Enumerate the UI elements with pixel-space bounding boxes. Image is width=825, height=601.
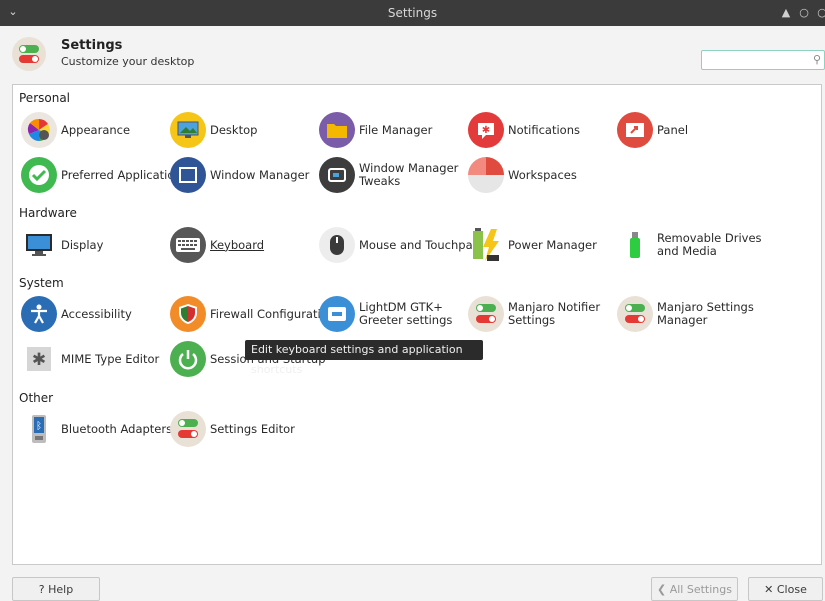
item-session-startup[interactable]: Session and Startup: [170, 339, 326, 379]
svg-text:✱: ✱: [482, 125, 490, 136]
notifications-icon: ✱: [468, 112, 504, 148]
close-button[interactable]: ✕ Close: [748, 577, 823, 601]
item-workspaces[interactable]: Workspaces: [468, 155, 577, 195]
minimize-circle-icon[interactable]: ○: [797, 6, 811, 20]
display-monitor-icon: [21, 227, 57, 263]
item-label: Manjaro Settings Manager: [657, 300, 754, 327]
search-icon: ⚲: [812, 53, 821, 66]
header: Settings Customize your desktop ⚲: [0, 26, 825, 80]
item-firewall[interactable]: Firewall Configuration: [170, 294, 335, 334]
item-manjaro-settings[interactable]: Manjaro Settings Manager: [617, 294, 754, 334]
desktop-icon: [170, 112, 206, 148]
item-label: Session and Startup: [210, 351, 326, 366]
power-battery-icon: [468, 227, 504, 263]
item-label: Panel: [657, 122, 689, 137]
item-label: Bluetooth Adapters: [61, 421, 173, 436]
item-label: Firewall Configuration: [210, 306, 336, 321]
svg-text:✱: ✱: [32, 350, 46, 370]
search-box[interactable]: ⚲: [701, 50, 825, 70]
item-label: Notifications: [508, 122, 580, 137]
item-manjaro-notifier[interactable]: Manjaro Notifier Settings: [468, 294, 600, 334]
section-hardware: Hardware: [19, 206, 77, 220]
item-label: File Manager: [359, 122, 433, 137]
lightdm-icon: [319, 296, 355, 332]
item-panel[interactable]: Panel: [617, 110, 688, 150]
item-label: LightDM GTK+ Greeter settings: [359, 300, 453, 327]
settings-toggle-icon: [12, 37, 46, 71]
item-label: Appearance: [61, 122, 131, 137]
settings-panel: Personal Appearance Desktop File Manager: [12, 84, 822, 565]
mime-gear-icon: ✱: [21, 341, 57, 377]
item-label: Power Manager: [508, 237, 597, 252]
preferred-apps-check-icon: [21, 157, 57, 193]
settings-editor-toggle-icon: [170, 411, 206, 447]
item-label: Accessibility: [61, 306, 132, 321]
maximize-icon[interactable]: ▲: [779, 6, 793, 20]
usb-drive-icon: [617, 227, 653, 263]
item-file-manager[interactable]: File Manager: [319, 110, 432, 150]
item-label: Window Manager: [210, 167, 310, 182]
window-manager-icon: [170, 157, 206, 193]
svg-text:ᛒ: ᛒ: [36, 421, 42, 432]
mouse-icon: [319, 227, 355, 263]
page-title: Settings: [61, 38, 123, 53]
firewall-shield-icon: [170, 296, 206, 332]
item-display[interactable]: Display: [21, 225, 103, 265]
panel-icon: [617, 112, 653, 148]
item-mouse-touchpad[interactable]: Mouse and Touchpad: [319, 225, 480, 265]
search-input[interactable]: [702, 51, 810, 69]
item-preferred-applications[interactable]: Preferred Applications: [21, 155, 188, 195]
keyboard-icon: [170, 227, 206, 263]
file-manager-icon: [319, 112, 355, 148]
item-label: Workspaces: [508, 167, 577, 182]
power-button-icon: [170, 341, 206, 377]
item-label: Display: [61, 237, 104, 252]
item-label: Keyboard: [210, 237, 265, 252]
item-keyboard[interactable]: Keyboard: [170, 225, 264, 265]
section-other: Other: [19, 391, 54, 405]
item-label: Mouse and Touchpad: [359, 237, 480, 252]
item-label: Window Manager Tweaks: [359, 161, 459, 188]
manjaro-notifier-toggle-icon: [468, 296, 504, 332]
item-lightdm[interactable]: LightDM GTK+ Greeter settings: [319, 294, 452, 334]
all-settings-button[interactable]: ❮ All Settings: [651, 577, 738, 601]
item-window-manager-tweaks[interactable]: Window Manager Tweaks: [319, 155, 458, 195]
window-title: Settings: [387, 6, 438, 20]
item-label: MIME Type Editor: [61, 351, 160, 366]
page-subtitle: Customize your desktop: [61, 55, 195, 68]
section-system: System: [19, 276, 64, 290]
appearance-icon: [21, 112, 57, 148]
item-desktop[interactable]: Desktop: [170, 110, 257, 150]
item-notifications[interactable]: ✱ Notifications: [468, 110, 580, 150]
section-personal: Personal: [19, 91, 71, 105]
item-appearance[interactable]: Appearance: [21, 110, 130, 150]
item-label: Desktop: [210, 122, 258, 137]
accessibility-person-icon: [21, 296, 57, 332]
bluetooth-device-icon: ᛒ: [21, 411, 57, 447]
manjaro-settings-toggle-icon: [617, 296, 653, 332]
item-bluetooth-adapters[interactable]: ᛒ Bluetooth Adapters: [21, 409, 172, 449]
item-accessibility[interactable]: Accessibility: [21, 294, 132, 334]
item-power-manager[interactable]: Power Manager: [468, 225, 597, 265]
item-label: Removable Drives and Media: [657, 231, 762, 258]
item-label: Preferred Applications: [61, 167, 188, 182]
workspaces-icon: [468, 157, 504, 193]
item-mime-type-editor[interactable]: ✱ MIME Type Editor: [21, 339, 159, 379]
window-titlebar: ⌄ Settings ▲ ○ ○: [0, 0, 825, 26]
item-label: Manjaro Notifier Settings: [508, 300, 601, 327]
close-circle-icon[interactable]: ○: [815, 6, 825, 20]
item-settings-editor[interactable]: Settings Editor: [170, 409, 295, 449]
help-button[interactable]: ? Help: [12, 577, 100, 601]
window-manager-tweaks-icon: [319, 157, 355, 193]
item-label: Settings Editor: [210, 421, 295, 436]
item-window-manager[interactable]: Window Manager: [170, 155, 309, 195]
item-removable-drives[interactable]: Removable Drives and Media: [617, 225, 762, 265]
